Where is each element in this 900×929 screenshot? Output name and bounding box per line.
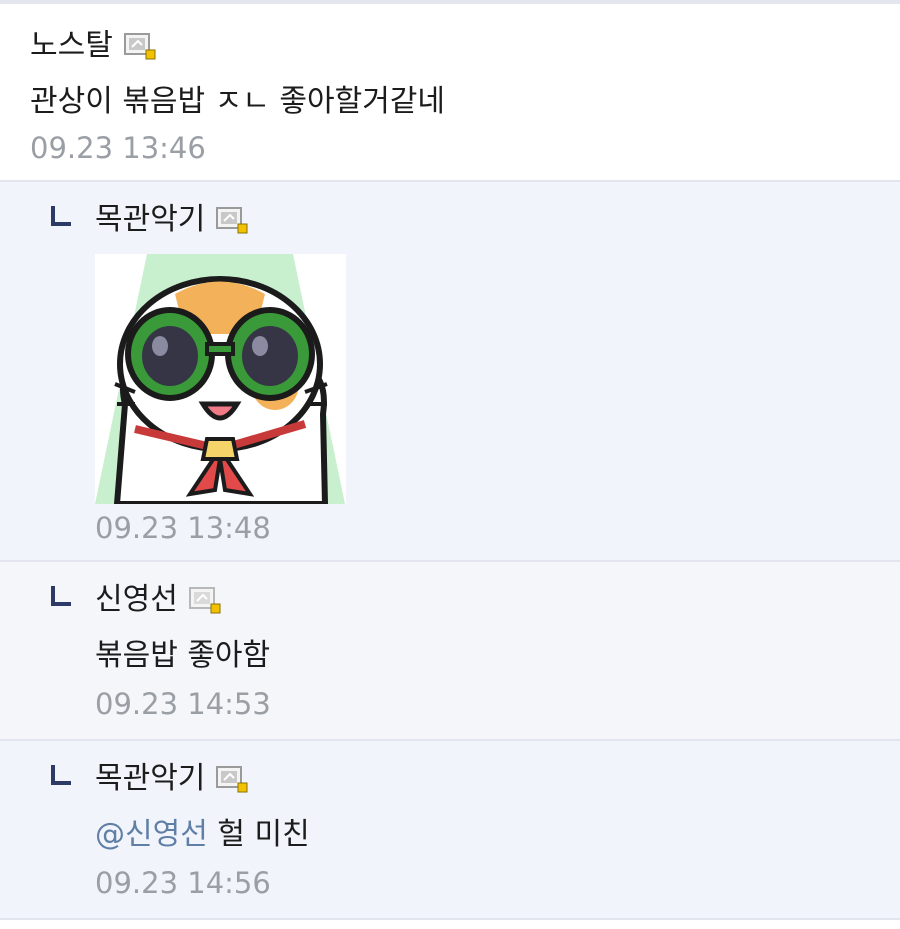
user-badge-icon bbox=[123, 33, 156, 60]
comment-timestamp: 09.23 13:48 bbox=[95, 511, 271, 545]
comment-text-body: 헐 미친 bbox=[217, 817, 310, 852]
reply-arrow-icon bbox=[51, 765, 71, 785]
reply-arrow-icon bbox=[51, 206, 71, 226]
reply-item: 목관악기 09.23 13:48 bbox=[0, 182, 900, 562]
author-name[interactable]: 신영선 bbox=[95, 582, 178, 618]
comment-author: 신영선 bbox=[95, 582, 222, 618]
author-name[interactable]: 목관악기 bbox=[95, 761, 205, 797]
comment-text: 관상이 볶음밥 ㅈㄴ 좋아할거같네 bbox=[30, 84, 446, 119]
comment-text: 볶음밥 좋아함 bbox=[95, 638, 271, 673]
comment-timestamp: 09.23 13:46 bbox=[30, 131, 206, 165]
comment-author: 노스탈 bbox=[30, 28, 157, 64]
author-name[interactable]: 목관악기 bbox=[95, 202, 205, 238]
comment-item: 노스탈 관상이 볶음밥 ㅈㄴ 좋아할거같네 09.23 13:46 bbox=[0, 4, 900, 182]
reply-item: 신영선 볶음밥 좋아함 09.23 14:53 bbox=[0, 562, 900, 741]
mention-link[interactable]: @신영선 bbox=[95, 817, 208, 852]
cat-sticker-image[interactable] bbox=[95, 254, 346, 504]
divider bbox=[0, 920, 900, 928]
comment-timestamp: 09.23 14:56 bbox=[95, 866, 271, 900]
comment-thread: 노스탈 관상이 볶음밥 ㅈㄴ 좋아할거같네 09.23 13:46 목관악기 0… bbox=[0, 0, 900, 928]
user-badge-icon bbox=[188, 587, 221, 614]
comment-author: 목관악기 bbox=[95, 761, 249, 797]
author-name[interactable]: 노스탈 bbox=[30, 28, 113, 64]
user-badge-icon bbox=[216, 207, 248, 234]
reply-arrow-icon bbox=[51, 586, 71, 606]
reply-item: 목관악기 @신영선 헐 미친 09.23 14:56 bbox=[0, 741, 900, 920]
comment-text: @신영선 헐 미친 bbox=[95, 816, 310, 854]
comment-author: 목관악기 bbox=[95, 202, 249, 238]
comment-timestamp: 09.23 14:53 bbox=[95, 687, 271, 721]
user-badge-icon bbox=[216, 766, 248, 793]
